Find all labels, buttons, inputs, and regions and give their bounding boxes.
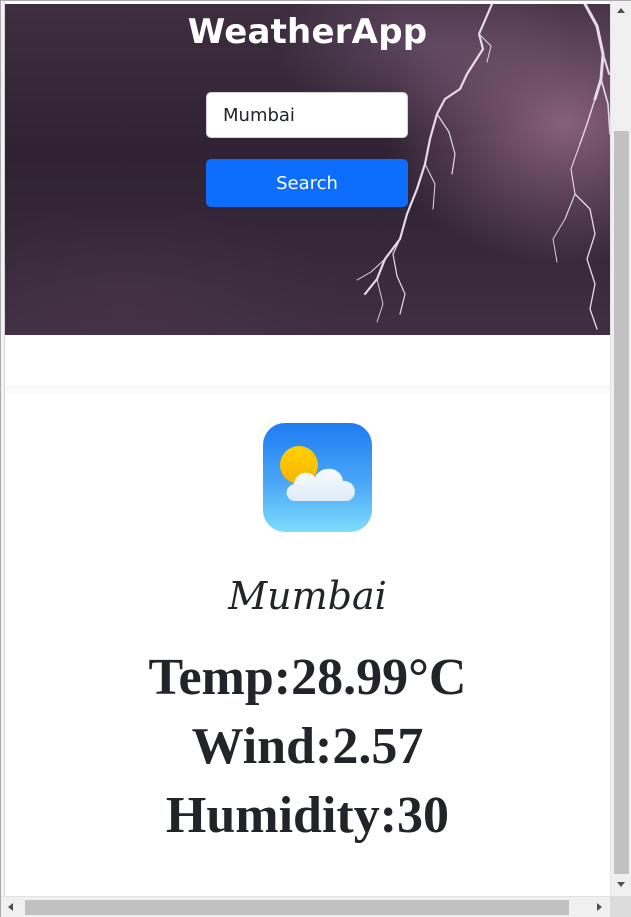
weather-icon-graphic (280, 446, 355, 501)
horizontal-scroll-thumb[interactable] (25, 900, 569, 915)
arrow-down-icon (617, 882, 625, 887)
app-title: WeatherApp (187, 12, 428, 52)
vertical-scrollbar[interactable] (610, 1, 631, 896)
scroll-down-button[interactable] (611, 874, 631, 894)
page-viewport: WeatherApp Search (5, 4, 610, 896)
arrow-left-icon (8, 903, 13, 911)
scroll-right-button[interactable] (589, 897, 609, 917)
temperature-readout: Temp:28.99°C (148, 649, 467, 706)
wind-readout: Wind:2.57 (191, 718, 424, 775)
humidity-readout: Humidity:30 (165, 787, 450, 844)
section-spacer (5, 335, 610, 393)
arrow-right-icon (597, 903, 602, 911)
horizontal-scrollbar[interactable] (1, 896, 610, 917)
city-name: Mumbai (228, 574, 387, 618)
partly-cloudy-icon (263, 423, 372, 532)
arrow-up-icon (617, 8, 625, 13)
result-card-edge (5, 386, 610, 396)
scrollbar-corner (610, 896, 631, 917)
search-button[interactable]: Search (206, 159, 408, 207)
city-search-input[interactable] (206, 92, 408, 138)
vertical-scroll-thumb[interactable] (614, 131, 629, 874)
scroll-up-button[interactable] (611, 1, 631, 21)
browser-window: WeatherApp Search (0, 0, 631, 917)
hero-banner: WeatherApp Search (5, 4, 610, 335)
scroll-left-button[interactable] (1, 897, 21, 917)
